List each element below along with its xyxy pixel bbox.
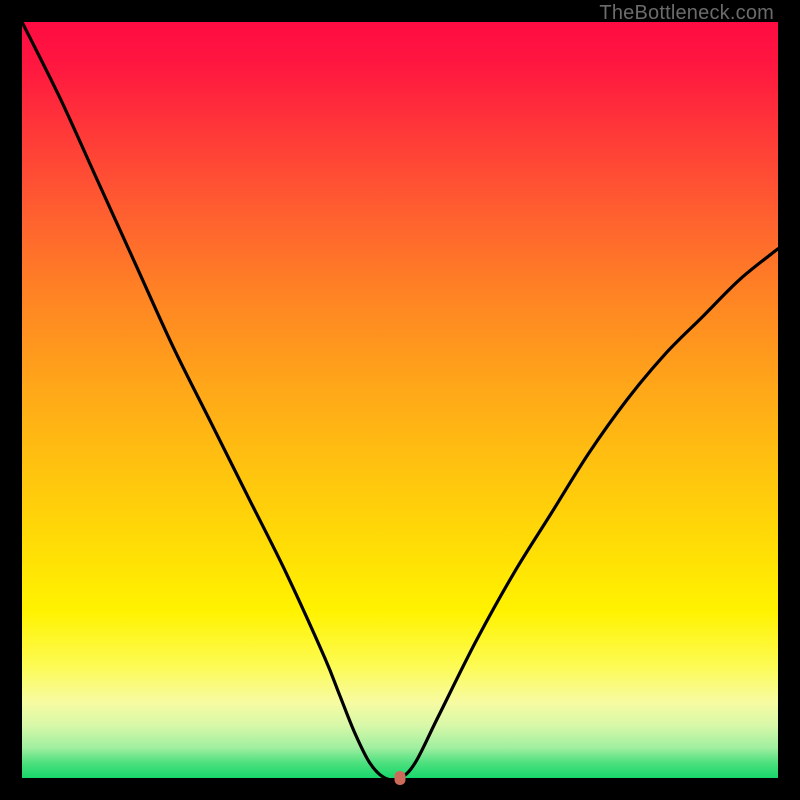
bottleneck-curve [22,22,778,778]
optimum-marker [395,771,406,785]
chart-frame: TheBottleneck.com [0,0,800,800]
plot-area [22,22,778,778]
curve-path [22,22,778,780]
